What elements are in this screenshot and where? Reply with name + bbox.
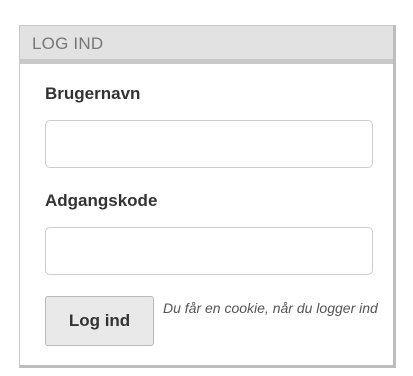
username-label: Brugernavn (45, 84, 141, 103)
password-label: Adgangskode (45, 191, 158, 210)
login-box: LOG IND Brugernavn Adgangskode Log ind D… (19, 25, 396, 368)
password-input[interactable] (45, 227, 373, 275)
username-input[interactable] (45, 120, 373, 168)
login-box-header: LOG IND (20, 26, 393, 64)
cookie-note: Du får en cookie, når du logger ind (163, 300, 378, 316)
login-button[interactable]: Log ind (45, 296, 154, 346)
